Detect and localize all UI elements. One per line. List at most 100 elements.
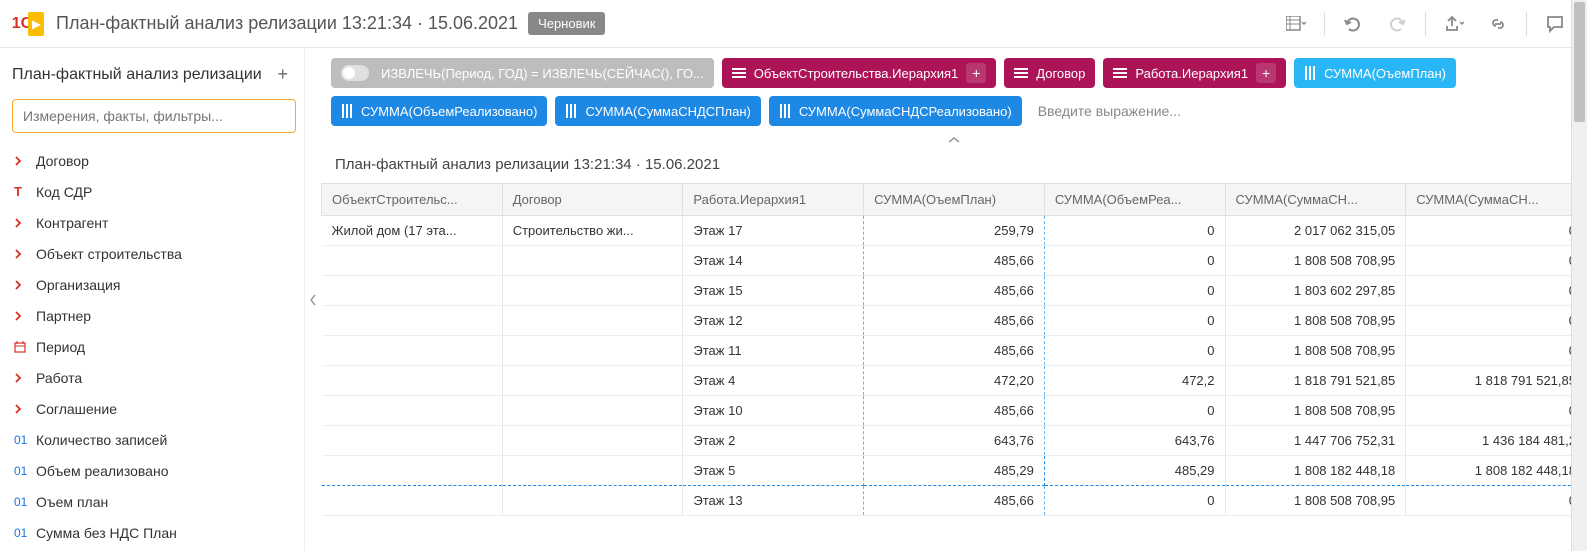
cell-work: Этаж 2	[683, 426, 864, 456]
cell-value: 472,2	[1044, 366, 1225, 396]
cell-value: 0	[1044, 216, 1225, 246]
col-header-vol-real[interactable]: СУММА(ОбъемРеа...	[1044, 184, 1225, 216]
col-header-object[interactable]: ОбъектСтроительс...	[322, 184, 503, 216]
field-item[interactable]: Объект строительства	[12, 238, 300, 269]
table[interactable]: ОбъектСтроительс... Договор Работа.Иерар…	[321, 183, 1587, 551]
cell-value: 259,79	[864, 216, 1045, 246]
expression-input[interactable]: Введите выражение...	[1030, 103, 1189, 119]
measure-label: СУММА(ОъемПлан)	[1324, 66, 1446, 81]
search-input[interactable]	[23, 108, 285, 124]
cell-work: Этаж 14	[683, 246, 864, 276]
field-label: Контрагент	[36, 215, 108, 231]
col-header-work[interactable]: Работа.Иерархия1	[683, 184, 864, 216]
field-item[interactable]: 01Объем реализовано	[12, 455, 300, 486]
field-item[interactable]: Контрагент	[12, 207, 300, 238]
search-box[interactable]	[12, 99, 296, 133]
col-header-sum-vat-plan[interactable]: СУММА(СуммаСН...	[1225, 184, 1406, 216]
cell-object	[322, 426, 503, 456]
filter-tag[interactable]: ИЗВЛЕЧЬ(Период, ГОД) = ИЗВЛЕЧЬ(СЕЙЧАС(),…	[331, 58, 714, 88]
redo-button[interactable]	[1377, 6, 1417, 42]
sidebar-title: План-фактный анализ релизации	[12, 66, 273, 84]
field-item[interactable]: Работа	[12, 362, 300, 393]
col-header-sum-vat-real[interactable]: СУММА(СуммаСН...	[1406, 184, 1587, 216]
view-mode-button[interactable]	[1276, 6, 1316, 42]
table-row[interactable]: Этаж 13485,6601 808 508 708,950	[322, 486, 1587, 516]
field-label: Договор	[36, 153, 89, 169]
col-header-contract[interactable]: Договор	[502, 184, 683, 216]
field-label: Код СДР	[36, 184, 92, 200]
sidebar-collapse-handle[interactable]	[305, 48, 321, 551]
dimension-tag-contract[interactable]: Договор	[1004, 58, 1095, 88]
cell-object	[322, 306, 503, 336]
add-datasource-button[interactable]: +	[273, 60, 292, 89]
field-item[interactable]: Соглашение	[12, 393, 300, 424]
cell-value: 0	[1406, 246, 1587, 276]
dimension-label: ОбъектСтроительства.Иерархия1	[754, 66, 959, 81]
table-row[interactable]: Этаж 12485,6601 808 508 708,950	[322, 306, 1587, 336]
field-item[interactable]: Партнер	[12, 300, 300, 331]
chevron-right-icon	[14, 218, 36, 228]
field-item[interactable]: Период	[12, 331, 300, 362]
field-item[interactable]: Договор	[12, 145, 300, 176]
field-item[interactable]: Организация	[12, 269, 300, 300]
cell-contract	[502, 366, 683, 396]
comment-button[interactable]	[1535, 6, 1575, 42]
number-type-icon: 01	[14, 526, 36, 540]
cell-work: Этаж 15	[683, 276, 864, 306]
table-title: План-фактный анализ релизации 13:21:34 ·…	[321, 150, 1587, 183]
cell-value: 0	[1406, 276, 1587, 306]
add-hierarchy-button[interactable]: +	[966, 63, 986, 83]
table-row[interactable]: Этаж 5485,29485,291 808 182 448,181 808 …	[322, 456, 1587, 486]
field-item[interactable]: 01Сумма без НДС План	[12, 517, 300, 548]
field-item[interactable]: TКод СДР	[12, 176, 300, 207]
measure-tag-volume-plan[interactable]: СУММА(ОъемПлан)	[1294, 58, 1456, 88]
cell-value: 1 803 602 297,85	[1225, 276, 1406, 306]
app-logo: 1C▸	[12, 8, 44, 40]
add-hierarchy-button[interactable]: +	[1256, 63, 1276, 83]
table-row[interactable]: Этаж 4472,20472,21 818 791 521,851 818 7…	[322, 366, 1587, 396]
cell-work: Этаж 10	[683, 396, 864, 426]
measure-label: СУММА(СуммаСНДСПлан)	[585, 104, 750, 119]
col-header-sum-plan[interactable]: СУММА(ОъемПлан)	[864, 184, 1045, 216]
number-type-icon: 01	[14, 495, 36, 509]
chevron-right-icon	[14, 280, 36, 290]
link-button[interactable]	[1478, 6, 1518, 42]
collapse-config-button[interactable]	[321, 130, 1587, 150]
cell-value: 2 017 062 315,05	[1225, 216, 1406, 246]
cell-value: 0	[1406, 336, 1587, 366]
table-row[interactable]: Жилой дом (17 эта...Строительство жи...Э…	[322, 216, 1587, 246]
measure-tag-volume-real[interactable]: СУММА(ОбъемРеализовано)	[331, 96, 547, 126]
cell-contract	[502, 246, 683, 276]
cell-object	[322, 486, 503, 516]
measure-label: СУММА(СуммаСНДСРеализовано)	[799, 104, 1012, 119]
cell-value: 643,76	[864, 426, 1045, 456]
cell-work: Этаж 4	[683, 366, 864, 396]
field-item[interactable]: 01Количество записей	[12, 424, 300, 455]
share-button[interactable]	[1434, 6, 1474, 42]
draft-badge: Черновик	[528, 12, 605, 35]
field-item[interactable]: 01Оъем план	[12, 486, 300, 517]
cell-value: 0	[1044, 486, 1225, 516]
cell-object	[322, 456, 503, 486]
columns-icon	[779, 104, 791, 118]
cell-contract	[502, 396, 683, 426]
dimension-tag-work[interactable]: Работа.Иерархия1 +	[1103, 58, 1286, 88]
vertical-scrollbar[interactable]	[1571, 0, 1587, 551]
cell-value: 472,20	[864, 366, 1045, 396]
field-label: Работа	[36, 370, 82, 386]
table-row[interactable]: Этаж 15485,6601 803 602 297,850	[322, 276, 1587, 306]
table-row[interactable]: Этаж 10485,6601 808 508 708,950	[322, 396, 1587, 426]
scrollbar-thumb[interactable]	[1574, 2, 1585, 122]
table-row[interactable]: Этаж 2643,76643,761 447 706 752,311 436 …	[322, 426, 1587, 456]
cell-work: Этаж 12	[683, 306, 864, 336]
cell-value: 485,66	[864, 336, 1045, 366]
measure-tag-sum-real[interactable]: СУММА(СуммаСНДСРеализовано)	[769, 96, 1022, 126]
table-row[interactable]: Этаж 14485,6601 808 508 708,950	[322, 246, 1587, 276]
undo-button[interactable]	[1333, 6, 1373, 42]
table-row[interactable]: Этаж 11485,6601 808 508 708,950	[322, 336, 1587, 366]
measure-tag-sum-plan[interactable]: СУММА(СуммаСНДСПлан)	[555, 96, 760, 126]
cell-value: 0	[1044, 336, 1225, 366]
cell-value: 485,66	[864, 276, 1045, 306]
filter-toggle-icon[interactable]	[341, 65, 369, 81]
dimension-tag-object[interactable]: ОбъектСтроительства.Иерархия1 +	[722, 58, 997, 88]
